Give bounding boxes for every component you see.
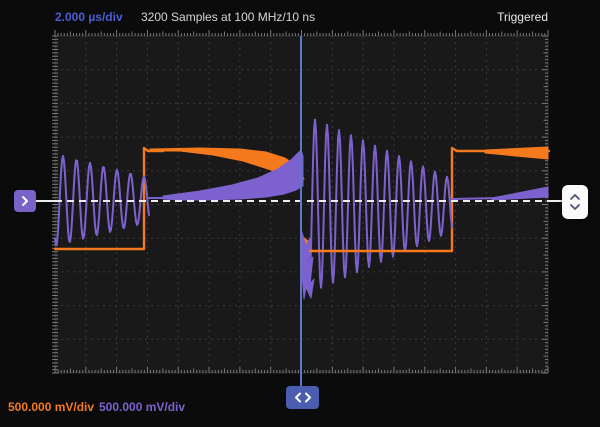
channel-offset-marker[interactable]	[14, 190, 36, 212]
chevron-down-icon[interactable]	[569, 203, 581, 211]
chevron-up-icon[interactable]	[569, 193, 581, 201]
chevron-right-icon	[20, 195, 30, 207]
horizontal-position-button[interactable]	[286, 386, 319, 409]
level-updown-control[interactable]	[562, 185, 588, 219]
chevron-left-right-icons	[293, 392, 313, 403]
ch2-scale-label: 500.000 mV/div	[99, 400, 185, 414]
ch1-scale-label: 500.000 mV/div	[8, 400, 94, 414]
oscilloscope-window: 2.000 µs/div 3200 Samples at 100 MHz/10 …	[0, 0, 600, 427]
scope-display	[0, 0, 600, 427]
